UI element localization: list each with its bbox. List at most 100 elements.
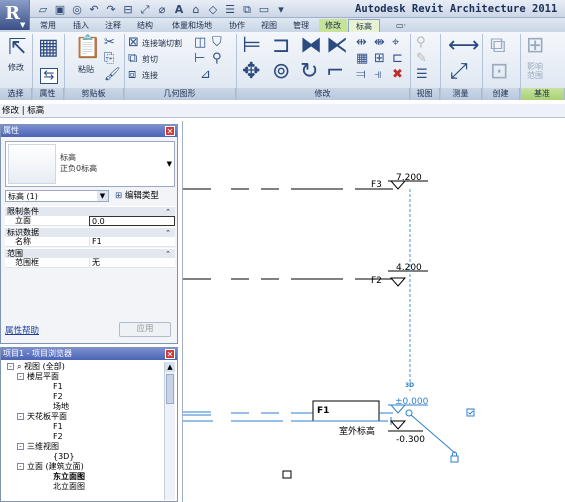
panel-properties-label[interactable]: 属性 (32, 88, 64, 100)
collapse-icon[interactable]: - (17, 443, 24, 450)
linework-icon[interactable]: ☰ (416, 68, 428, 82)
tag-icon[interactable]: ⌀ (155, 3, 169, 16)
create-assembly-icon[interactable]: ⧉ (490, 34, 506, 58)
split-face-icon[interactable]: ◫ (194, 36, 206, 50)
type-selector[interactable]: 标高 正负0标高 ▼ (5, 141, 175, 187)
override-graphics-icon[interactable]: ✎ (416, 52, 427, 66)
aligned-dimension-icon[interactable]: ⤢ (450, 60, 468, 84)
hide-icon[interactable]: ⚲ (416, 36, 426, 50)
customize-qat-icon[interactable]: ▾ (274, 3, 288, 16)
text-icon[interactable]: A (172, 3, 186, 16)
group-extents[interactable]: 范围 ⌃ (5, 248, 175, 258)
properties-icon[interactable]: ▦ (38, 36, 59, 60)
split-gap-icon[interactable]: ⇼ (374, 36, 385, 50)
collapse-icon[interactable]: - (7, 363, 14, 370)
tab-options-dropdown[interactable]: ▭· (390, 19, 412, 32)
properties-header[interactable]: 属性 ✕ (1, 125, 177, 137)
join-geometry-icon[interactable]: ⧈ (128, 68, 136, 82)
tree-node-floor-plan-f2[interactable]: F2 (53, 392, 63, 403)
copy-element-icon[interactable]: ⊚ (272, 60, 290, 84)
panel-geometry-label[interactable]: 几何图形 (124, 88, 236, 100)
tab-structure[interactable]: 结构 (131, 19, 159, 32)
extend-icon[interactable]: ⫣ (374, 68, 382, 82)
modify-button[interactable]: 修改 (8, 62, 24, 73)
level-f3[interactable]: F3 7.200 (183, 173, 428, 190)
tab-modify[interactable]: 修改 (319, 19, 347, 32)
collapse-icon[interactable]: - (17, 413, 24, 420)
modify-arrow-icon[interactable]: ⇱ (8, 36, 26, 60)
tab-home[interactable]: 常用 (34, 19, 62, 32)
panel-datum-label[interactable]: 基准 (520, 88, 565, 100)
tab-view[interactable]: 视图 (255, 19, 283, 32)
section-icon[interactable]: ◇ (206, 3, 220, 16)
propagate-extents-button[interactable]: 影响 范围 (527, 62, 543, 80)
wall-joins-icon[interactable]: ⊢ (194, 52, 205, 66)
tree-node-floor-plans[interactable]: - 楼层平面 (17, 372, 59, 383)
instance-filter-select[interactable]: 标高 (1) ▼ (5, 190, 109, 202)
align-icon[interactable]: ⊨ (242, 34, 261, 58)
level-name[interactable]: F1 (317, 406, 329, 416)
paste-button[interactable]: 粘贴 (78, 64, 94, 75)
tree-node-ceiling-plans[interactable]: - 天花板平面 (17, 412, 67, 423)
properties-help-link[interactable]: 属性帮助 (5, 324, 39, 336)
tab-levels[interactable]: 标高 (348, 19, 380, 32)
tree-node-ceiling-f1[interactable]: F1 (53, 422, 63, 433)
tree-node-ceiling-f2[interactable]: F2 (53, 432, 63, 443)
cut-icon[interactable]: ✂ (104, 36, 115, 50)
level-f2[interactable]: F2 4.200 (183, 263, 428, 287)
collapse-icon[interactable]: - (17, 373, 24, 380)
panel-view-label[interactable]: 视图 (410, 88, 440, 100)
delete-icon[interactable]: ✖ (392, 68, 403, 82)
level-name[interactable]: 室外标高 (339, 425, 375, 437)
measure-icon[interactable]: ⊟ (121, 3, 135, 16)
close-icon[interactable]: ✕ (165, 126, 175, 136)
dimension-icon[interactable]: ⤢ (138, 3, 152, 16)
join-cut-icon[interactable]: ⊠ (128, 36, 139, 50)
tab-collaborate[interactable]: 协作 (223, 19, 251, 32)
3d-extent-label[interactable]: 3D (405, 382, 414, 389)
measure-distance-icon[interactable]: ⟷ (448, 34, 480, 58)
browser-scrollbar[interactable]: ▲ (164, 362, 175, 500)
tree-node-floor-plan-f1[interactable]: F1 (53, 382, 63, 393)
level-elevation[interactable]: ±0.000 (395, 397, 429, 407)
scroll-thumb[interactable] (166, 374, 174, 404)
level-name[interactable]: F2 (371, 276, 382, 286)
panel-create-label[interactable]: 创建 (482, 88, 520, 100)
offset-icon[interactable]: ⊐ (272, 34, 290, 58)
tree-node-views[interactable]: - ⌕ 视图 (全部) (7, 362, 65, 373)
paste-icon[interactable]: 📋 (74, 36, 101, 60)
close-icon[interactable]: ✕ (165, 349, 175, 359)
show-bubble-checkbox[interactable] (466, 408, 475, 417)
open-icon[interactable]: ▱ (36, 3, 50, 16)
array-icon[interactable]: ▦ (356, 52, 368, 66)
scroll-up-icon[interactable]: ▲ (165, 362, 175, 372)
project-browser-header[interactable]: 项目1 - 项目浏览器 ✕ (1, 348, 177, 360)
lock-icon[interactable] (450, 455, 459, 463)
name-field[interactable]: F1 (89, 237, 175, 247)
unpin-icon[interactable]: ⌖ (392, 36, 399, 50)
type-properties-icon[interactable]: ⇆ (40, 68, 58, 84)
edit-type-button[interactable]: ⊞ 编辑类型 (115, 190, 159, 202)
move-icon[interactable]: ✥ (242, 60, 260, 84)
drawing-canvas[interactable]: F3 7.200 F2 4.200 F1 ±0.000 3D 室外标高 -0.3… (182, 121, 565, 502)
chevron-down-icon[interactable]: ▼ (97, 191, 108, 201)
panel-select-label[interactable]: 选择 (0, 88, 32, 100)
switch-windows-icon[interactable]: ▭ (257, 3, 271, 16)
elevation-view[interactable]: F3 7.200 F2 4.200 F1 ±0.000 3D 室外标高 -0.3… (183, 121, 565, 502)
level-f1-selected[interactable]: F1 ±0.000 3D (183, 382, 475, 463)
panel-clipboard-label[interactable]: 剪贴板 (64, 88, 124, 100)
redo-icon[interactable]: ↷ (104, 3, 118, 16)
viewcube-marker-icon[interactable] (282, 470, 292, 479)
elevation-input[interactable]: 0.0 (89, 216, 175, 226)
tree-node-3d-views[interactable]: - 三维视图 (17, 442, 59, 453)
trim-multiple-icon[interactable]: ⫤ (356, 68, 366, 82)
tab-manage[interactable]: 管理 (287, 19, 315, 32)
cut-geometry-icon[interactable]: ⧉ (128, 52, 137, 66)
paint-icon[interactable]: ⛉ (212, 36, 222, 50)
chevron-down-icon[interactable]: ▼ (167, 160, 172, 168)
tree-node-3d[interactable]: {3D} (53, 452, 74, 463)
demolish-icon[interactable]: ⚲ (212, 52, 222, 66)
close-hidden-icon[interactable]: ⧉ (240, 3, 254, 16)
create-group-icon[interactable]: ⊡ (490, 60, 508, 84)
thin-lines-icon[interactable]: ☰ (223, 3, 237, 16)
